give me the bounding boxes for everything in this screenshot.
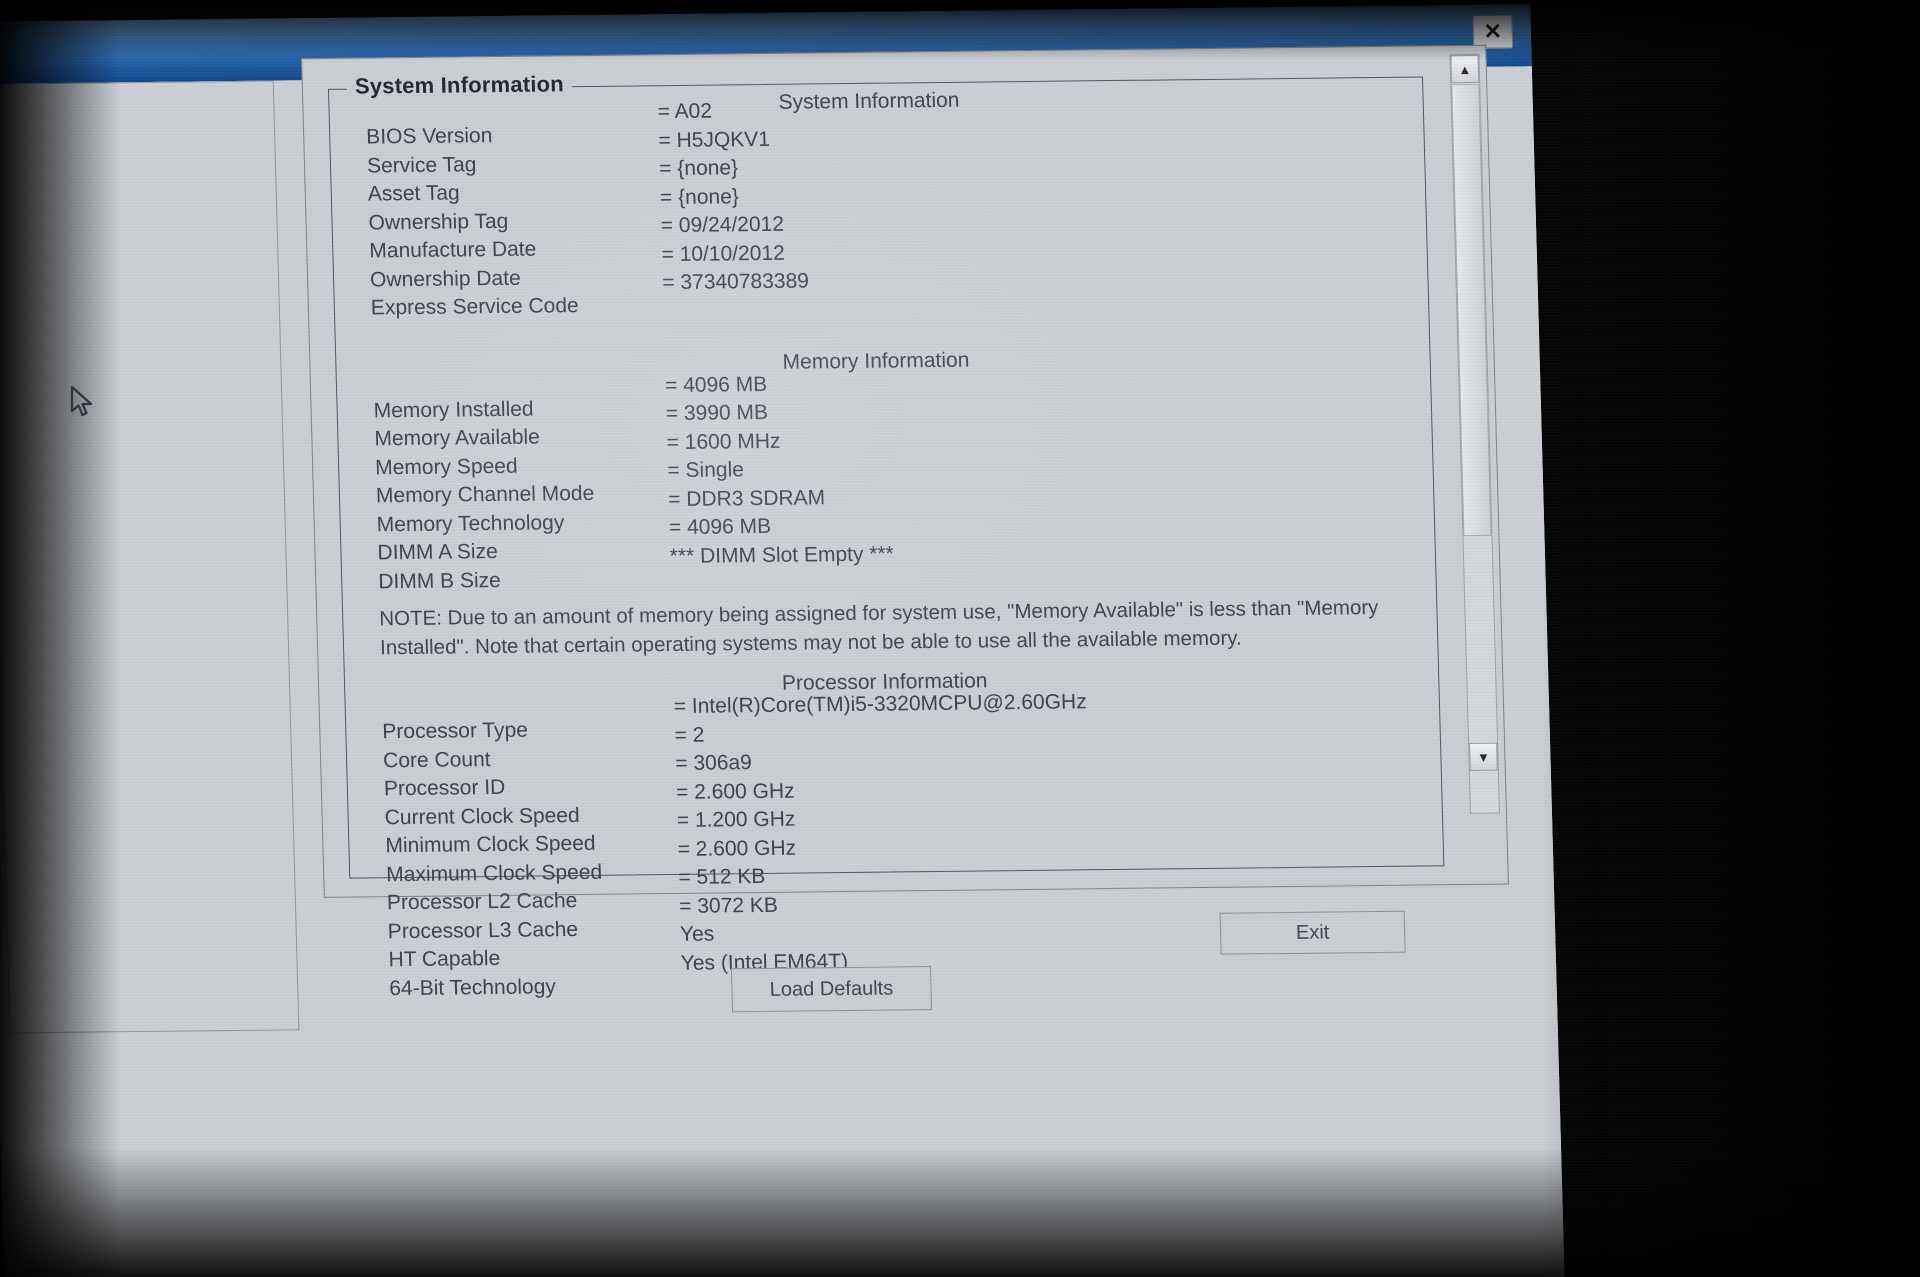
memory-info-list: Memory Installed = 4096 MB Memory Availa…: [373, 372, 1385, 598]
info-key: Core Count: [382, 747, 491, 772]
info-key: Asset Tag: [367, 181, 460, 206]
info-key: Maximum Clock Speed: [385, 860, 603, 886]
info-key: Express Service Code: [370, 294, 579, 320]
info-key: Processor ID: [383, 775, 506, 801]
info-value: = A02: [657, 99, 713, 124]
info-key: Processor L2 Cache: [386, 889, 578, 915]
info-key: Processor Type: [382, 718, 529, 744]
info-value: = {none}: [659, 184, 740, 209]
photographed-screen: ✕ ▲ ▼ System Information System Informat…: [0, 0, 1920, 1277]
content-pane: ▲ ▼ System Information System Informatio…: [301, 44, 1509, 1000]
info-value: = 1600 MHz: [666, 429, 781, 454]
scroll-down-icon[interactable]: ▼: [1469, 742, 1498, 771]
mouse-cursor-icon: [70, 385, 96, 424]
info-key: Ownership Date: [369, 266, 522, 291]
info-value: = 3072 KB: [678, 893, 779, 918]
info-value: = Intel(R)Core(TM)i5-3320MCPU@2.60GHz: [673, 690, 1087, 718]
info-value: = 37340783389: [661, 269, 810, 295]
info-key: Processor L3 Cache: [387, 917, 579, 943]
info-key: 64-Bit Technology: [388, 974, 557, 1000]
info-key: Service Tag: [366, 152, 477, 177]
system-information-content: System Information BIOS Version = A02 Se…: [365, 84, 1393, 1000]
settings-tree-pane[interactable]: [0, 80, 300, 1034]
info-value: = 2.600 GHz: [677, 836, 797, 861]
info-key: Memory Speed: [374, 454, 518, 479]
info-key: Memory Available: [374, 425, 541, 451]
scrollbar-thumb[interactable]: [1451, 83, 1492, 537]
info-value: = 4096 MB: [668, 514, 772, 540]
info-key: Manufacture Date: [369, 237, 537, 263]
info-key: Memory Installed: [373, 397, 534, 422]
close-icon[interactable]: ✕: [1472, 14, 1514, 49]
scroll-up-glyph: ▲: [1458, 61, 1472, 77]
info-value: = 3990 MB: [665, 400, 769, 426]
info-value: = 2.600 GHz: [675, 779, 795, 804]
info-key: Current Clock Speed: [384, 803, 580, 829]
info-key: DIMM B Size: [377, 568, 502, 593]
info-value: Yes: [679, 922, 715, 946]
exit-label: Exit: [1295, 921, 1330, 944]
info-key: Ownership Tag: [368, 209, 509, 234]
info-value: = 4096 MB: [664, 372, 768, 397]
close-glyph: ✕: [1483, 18, 1503, 44]
bezel-right-shadow: [1540, 0, 1920, 1277]
scroll-up-icon[interactable]: ▲: [1450, 54, 1480, 84]
info-key: Memory Channel Mode: [375, 481, 595, 508]
info-value: = 1.200 GHz: [676, 807, 796, 832]
info-key: BIOS Version: [365, 124, 493, 149]
exit-button[interactable]: Exit: [1219, 910, 1406, 955]
info-value: = 09/24/2012: [660, 212, 785, 238]
system-information-groupbox: System Information System Information BI…: [327, 71, 1445, 1000]
bios-setup-window: ✕ ▲ ▼ System Information System Informat…: [0, 4, 1565, 1277]
info-value: = {none}: [658, 156, 739, 181]
info-value: *** DIMM Slot Empty ***: [669, 541, 895, 568]
memory-note: NOTE: Due to an amount of memory being a…: [378, 595, 1379, 660]
info-value: = H5JQKV1: [658, 127, 771, 152]
load-defaults-label: Load Defaults: [769, 976, 894, 1001]
info-key: Memory Technology: [376, 510, 565, 536]
info-value: = 512 KB: [678, 864, 766, 889]
info-value: = 10/10/2012: [661, 241, 786, 266]
info-value: = 306a9: [675, 751, 753, 775]
info-key: HT Capable: [388, 946, 501, 972]
system-info-list: BIOS Version = A02 Service Tag = H5JQKV1…: [365, 100, 1378, 325]
info-value: = 2: [674, 723, 705, 747]
info-value: = DDR3 SDRAM: [667, 485, 826, 511]
scroll-down-glyph: ▼: [1476, 749, 1491, 765]
load-defaults-button[interactable]: Load Defaults: [730, 966, 933, 1013]
info-key: DIMM A Size: [377, 539, 499, 565]
info-key: Minimum Clock Speed: [385, 831, 596, 858]
info-value: = Single: [667, 458, 745, 483]
processor-info-list: Processor Type = Intel(R)Core(TM)i5-3320…: [382, 690, 1397, 1005]
